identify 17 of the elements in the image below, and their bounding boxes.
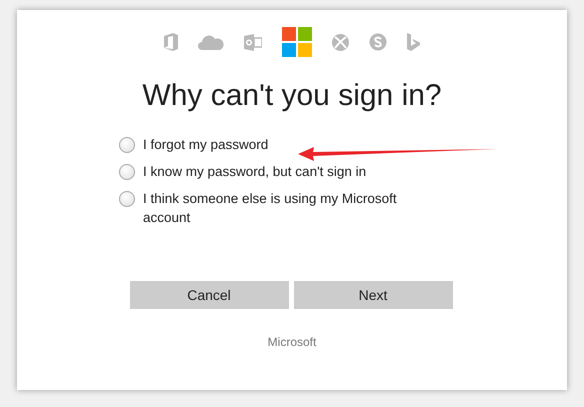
cancel-button[interactable]: Cancel (130, 281, 288, 309)
radio-button[interactable] (119, 137, 135, 153)
logo-icon (282, 27, 312, 57)
ball-icon (332, 34, 349, 50)
mail-icon (244, 34, 262, 50)
page-title: Why can't you sign in? (142, 79, 442, 113)
search-engine-icon (407, 33, 420, 51)
office-icon (164, 33, 178, 51)
cloud-icon (198, 34, 224, 50)
next-button[interactable]: Next (294, 281, 452, 309)
radio-button[interactable] (119, 191, 135, 207)
radio-button[interactable] (119, 164, 135, 180)
footer-text: Microsoft (268, 335, 316, 349)
option-label[interactable]: I know my password, but can't sign in (143, 162, 366, 181)
option-label[interactable]: I forgot my password (143, 135, 268, 154)
chat-icon (369, 33, 387, 51)
option-label[interactable]: I think someone else is using my Microsoft account (143, 189, 419, 227)
